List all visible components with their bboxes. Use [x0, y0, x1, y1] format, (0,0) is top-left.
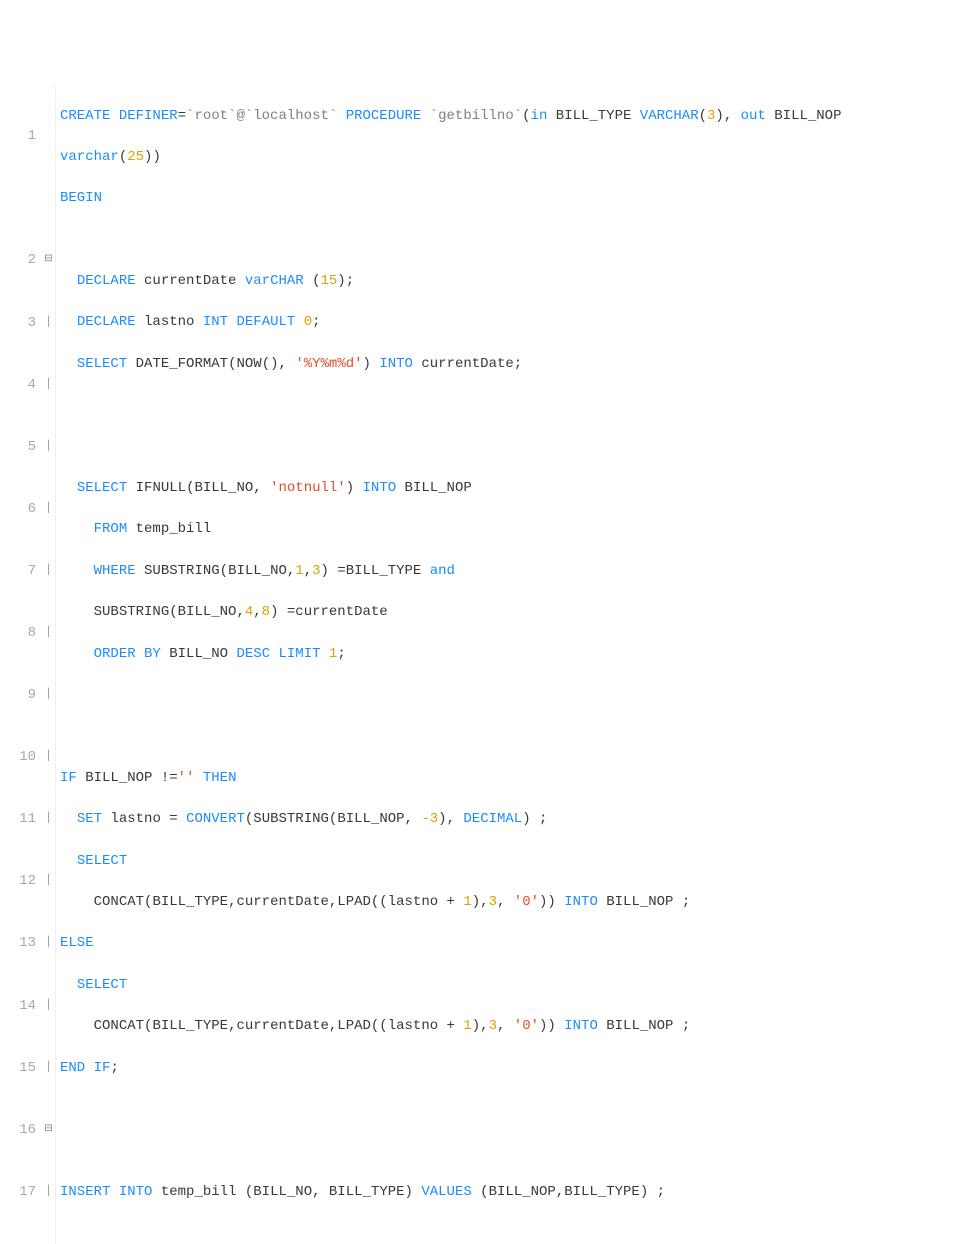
code-line[interactable]: CONCAT(BILL_TYPE,currentDate,LPAD((lastn…	[60, 1016, 841, 1037]
code-line[interactable]	[60, 1223, 841, 1244]
line-number: 2	[0, 250, 36, 271]
code-line[interactable]	[60, 726, 841, 747]
line-number: 3	[0, 313, 36, 334]
fold-line: │	[42, 375, 55, 396]
code-line[interactable]	[60, 685, 841, 706]
code-line[interactable]: IF BILL_NOP !='' THEN	[60, 768, 841, 789]
fold-line: │	[42, 1058, 55, 1079]
code-line[interactable]	[60, 1140, 841, 1161]
code-line[interactable]: FROM temp_bill	[60, 519, 841, 540]
code-line[interactable]: DECLARE currentDate varCHAR (15);	[60, 271, 841, 292]
line-number: 4	[0, 375, 36, 396]
code-line[interactable]: SELECT	[60, 851, 841, 872]
code-editor[interactable]: 1 2 3 4 5 6 7 8 9 10 11 12 13 14 15 16 1…	[0, 83, 962, 1244]
code-line[interactable]: SELECT	[60, 975, 841, 996]
code-line[interactable]: END IF;	[60, 1058, 841, 1079]
code-line[interactable]: CONCAT(BILL_TYPE,currentDate,LPAD((lastn…	[60, 892, 841, 913]
fold-line: │	[42, 996, 55, 1017]
code-line[interactable]: SELECT DATE_FORMAT(NOW(), '%Y%m%d') INTO…	[60, 354, 841, 375]
fold-line: │	[42, 933, 55, 954]
code-line[interactable]	[60, 1099, 841, 1120]
fold-line: │	[42, 747, 55, 768]
fold-line: │	[42, 871, 55, 892]
code-line[interactable]	[60, 437, 841, 458]
fold-gutter: ⊟ │ │ │ │ │ │ │ │ │ │ │ │ │ ⊟ │ │ │ │ │ …	[42, 85, 56, 1244]
code-line[interactable]: INSERT INTO temp_bill (BILL_NO, BILL_TYP…	[60, 1182, 841, 1203]
line-number: 13	[0, 933, 36, 954]
line-number	[0, 188, 36, 209]
code-line[interactable]	[60, 230, 841, 251]
fold-line: │	[42, 437, 55, 458]
fold-line: │	[42, 685, 55, 706]
line-number: 5	[0, 437, 36, 458]
line-number: 17	[0, 1182, 36, 1203]
line-number: 6	[0, 499, 36, 520]
code-line[interactable]: WHERE SUBSTRING(BILL_NO,1,3) =BILL_TYPE …	[60, 561, 841, 582]
code-line[interactable]: SUBSTRING(BILL_NO,4,8) =currentDate	[60, 602, 841, 623]
fold-line: │	[42, 499, 55, 520]
code-content[interactable]: CREATE DEFINER=`root`@`localhost` PROCED…	[56, 85, 841, 1244]
fold-line: │	[42, 623, 55, 644]
line-number: 16	[0, 1120, 36, 1141]
fold-blank	[42, 188, 55, 209]
line-number: 12	[0, 871, 36, 892]
line-number: 9	[0, 685, 36, 706]
line-number: 15	[0, 1058, 36, 1079]
line-number: 7	[0, 561, 36, 582]
code-line[interactable]: SELECT IFNULL(BILL_NO, 'notnull') INTO B…	[60, 478, 841, 499]
line-number: 10	[0, 747, 36, 768]
fold-line: │	[42, 1182, 55, 1203]
code-line[interactable]: CREATE DEFINER=`root`@`localhost` PROCED…	[60, 106, 841, 127]
fold-blank	[42, 126, 55, 147]
code-line[interactable]: ORDER BY BILL_NO DESC LIMIT 1;	[60, 644, 841, 665]
fold-collapse-icon[interactable]: ⊟	[42, 1120, 55, 1141]
code-line[interactable]: ELSE	[60, 933, 841, 954]
code-line[interactable]: SET lastno = CONVERT(SUBSTRING(BILL_NOP,…	[60, 809, 841, 830]
code-line[interactable]: DECLARE lastno INT DEFAULT 0;	[60, 312, 841, 333]
line-number: 11	[0, 809, 36, 830]
code-line[interactable]	[60, 395, 841, 416]
line-number: 1	[0, 126, 36, 147]
fold-collapse-icon[interactable]: ⊟	[42, 250, 55, 271]
code-line[interactable]: BEGIN	[60, 188, 841, 209]
fold-line: │	[42, 561, 55, 582]
code-line[interactable]: varchar(25))	[60, 147, 841, 168]
line-number: 14	[0, 996, 36, 1017]
fold-line: │	[42, 313, 55, 334]
fold-line: │	[42, 809, 55, 830]
line-number: 8	[0, 623, 36, 644]
line-number-gutter: 1 2 3 4 5 6 7 8 9 10 11 12 13 14 15 16 1…	[0, 85, 42, 1244]
